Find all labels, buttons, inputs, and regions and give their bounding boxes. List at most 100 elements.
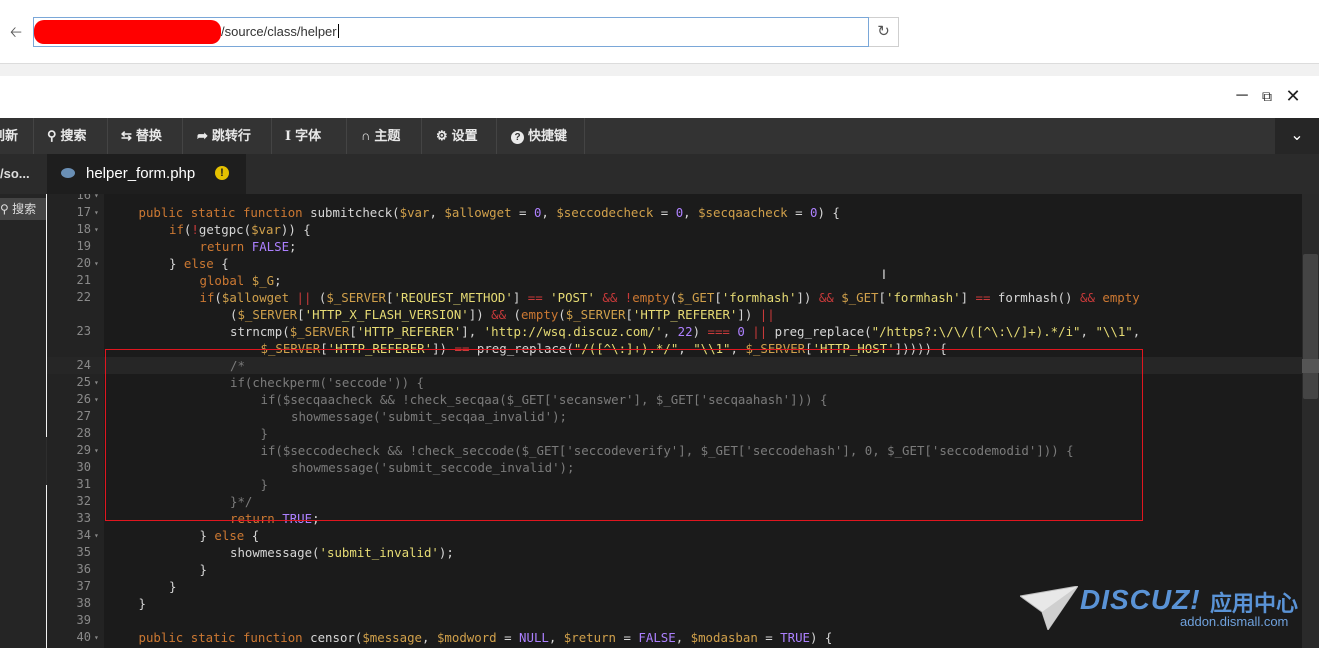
- fold-arrow-icon[interactable]: ▾: [94, 374, 99, 391]
- fold-arrow-icon[interactable]: ▾: [94, 255, 99, 272]
- line-number: 35: [76, 545, 91, 559]
- jump-icon: ➦: [197, 128, 208, 143]
- line-number: 24: [76, 358, 91, 372]
- toolbar-separator: [584, 118, 585, 154]
- toolbar-search[interactable]: ⚲ 搜索: [47, 118, 87, 154]
- toolbar-settings[interactable]: ⚙ 设置: [436, 118, 478, 154]
- dialog-title-bar: ─ ⧉ ✕: [0, 76, 1319, 118]
- code-line: 19 return FALSE;: [47, 238, 1302, 255]
- back-button[interactable]: 🡠: [6, 23, 26, 43]
- sidebar-search-label: 搜索: [12, 202, 37, 216]
- code-text: showmessage('submit_invalid');: [230, 545, 454, 560]
- line-number: 19: [76, 239, 91, 253]
- toolbar-goto-label: 跳转行: [211, 128, 251, 143]
- fold-arrow-icon[interactable]: ▾: [94, 221, 99, 238]
- mouse-ibeam-cursor: I: [882, 266, 886, 282]
- code-text: public static function censor($message, …: [138, 630, 833, 645]
- code-line: 17 ▾ public static function submitcheck($v…: [47, 204, 1302, 221]
- code-text: }: [169, 579, 177, 594]
- refresh-icon: ↻: [877, 23, 890, 40]
- fold-arrow-icon[interactable]: ▾: [94, 629, 99, 646]
- code-editor[interactable]: 16 ▾ 17 ▾ public static function submitcheck…: [47, 194, 1302, 648]
- toolbar-separator: [182, 118, 183, 154]
- toolbar-replace[interactable]: ⇆ 替换: [121, 118, 162, 154]
- search-icon: ⚲: [47, 128, 57, 143]
- toolbar-goto-line[interactable]: ➦ 跳转行: [197, 118, 251, 154]
- code-text: if($allowget || ($_SERVER['REQUEST_METHO…: [199, 290, 1140, 305]
- font-icon: I: [285, 129, 292, 144]
- toolbar-separator: [107, 118, 108, 154]
- toolbar-separator: [271, 118, 272, 154]
- line-number: 29: [76, 443, 91, 457]
- line-number: 31: [76, 477, 91, 491]
- fold-arrow-icon[interactable]: ▾: [94, 391, 99, 408]
- code-line: 35 showmessage('submit_invalid');: [47, 544, 1302, 561]
- toolbar-font[interactable]: I 字体: [285, 118, 321, 154]
- side-tab-label: /so...: [0, 166, 30, 181]
- line-number: 28: [76, 426, 91, 440]
- browser-address-bar: 🡠 /source/class/helper ↻: [0, 0, 1319, 64]
- toolbar-font-label: 字体: [295, 128, 322, 143]
- line-number: 18: [76, 222, 91, 236]
- url-input[interactable]: /source/class/helper: [33, 17, 869, 47]
- code-text: } else {: [199, 528, 260, 543]
- line-number: 25: [76, 375, 91, 389]
- toolbar-theme-label: 主题: [374, 128, 401, 143]
- toolbar-theme[interactable]: ∩ 主题: [361, 118, 400, 154]
- paper-plane-icon: [1020, 586, 1078, 630]
- code-line: 23 strncmp($_SERVER['HTTP_REFERER'], 'htt…: [47, 323, 1302, 340]
- toolbar-settings-label: 设置: [451, 128, 478, 143]
- sidebar-search[interactable]: ⚲ 搜索: [0, 198, 46, 220]
- annotation-highlight-box: [105, 349, 1143, 521]
- minimize-button[interactable]: ─: [1232, 86, 1252, 106]
- line-number: 30: [76, 460, 91, 474]
- line-number: 26: [76, 392, 91, 406]
- code-line: 36}: [47, 561, 1302, 578]
- code-text: }: [138, 596, 146, 611]
- line-number: 37: [76, 579, 91, 593]
- line-number: 21: [76, 273, 91, 287]
- line-number: 39: [76, 613, 91, 627]
- close-button[interactable]: ✕: [1283, 86, 1303, 106]
- toolbar-collapse-button[interactable]: ⌄: [1275, 118, 1319, 154]
- code-line: ($_SERVER['HTTP_X_FLASH_VERSION']) && (e…: [47, 306, 1302, 323]
- toolbar-shortcuts[interactable]: ? 快捷键: [511, 118, 567, 154]
- line-number: 17: [76, 205, 91, 219]
- refresh-button[interactable]: ↻: [869, 17, 899, 47]
- toolbar-separator: [346, 118, 347, 154]
- code-line: 22 if($allowget || ($_SERVER['REQUEST_MET…: [47, 289, 1302, 306]
- file-tab-bar: /so... helper_form.php: [0, 154, 1319, 194]
- maximize-button[interactable]: ⧉: [1257, 86, 1277, 106]
- code-text: } else {: [169, 256, 229, 271]
- watermark-url: addon.dismall.com: [1180, 614, 1289, 629]
- line-number: 33: [76, 511, 91, 525]
- file-tab-label: helper_form.php: [86, 165, 196, 182]
- fold-arrow-icon[interactable]: ▾: [94, 442, 99, 459]
- gear-icon: ⚙: [436, 128, 448, 143]
- watermark-brand: DISCUZ!: [1080, 584, 1201, 615]
- line-number: 16: [76, 194, 91, 202]
- code-text: global $_G;: [199, 273, 282, 288]
- code-line: 18 ▾ if(!getgpc($var)) {: [47, 221, 1302, 238]
- maximize-icon: ⧉: [1262, 88, 1272, 104]
- fold-arrow-icon[interactable]: ▾: [94, 527, 99, 544]
- line-number: 36: [76, 562, 91, 576]
- code-line: 16 ▾: [47, 194, 1302, 204]
- toolbar-separator: [33, 118, 34, 154]
- url-redaction: [34, 20, 221, 44]
- php-file-icon: [61, 168, 75, 178]
- replace-icon: ⇆: [121, 128, 132, 143]
- fold-arrow-icon[interactable]: ▾: [94, 204, 99, 221]
- side-panel-tab[interactable]: /so...: [0, 154, 46, 194]
- toolbar-search-label: 搜索: [60, 128, 87, 143]
- fold-arrow-icon[interactable]: ▾: [94, 194, 99, 204]
- scrollbar-thumb[interactable]: [1303, 254, 1318, 399]
- chevron-down-icon: ⌄: [1290, 127, 1304, 144]
- code-text: }: [199, 562, 207, 577]
- text-caret: [337, 24, 339, 38]
- line-number: 27: [76, 409, 91, 423]
- arrow-left-icon: 🡠: [9, 24, 23, 41]
- code-line: 34 ▾} else {: [47, 527, 1302, 544]
- theme-icon: ∩: [361, 128, 371, 143]
- toolbar-refresh[interactable]: 刷新: [0, 118, 18, 154]
